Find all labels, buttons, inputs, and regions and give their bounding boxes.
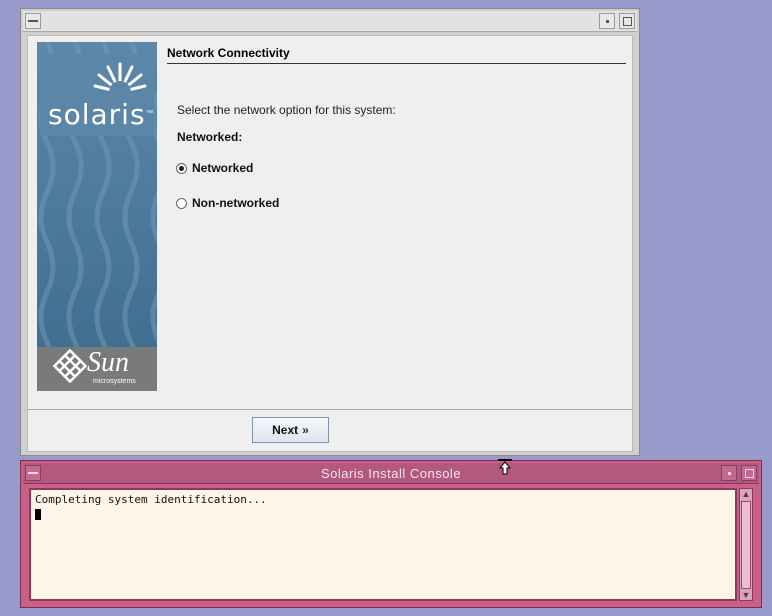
networked-group-label: Networked: [177, 130, 243, 144]
radio-non-networked-label[interactable]: Non-networked [192, 196, 279, 210]
maximize-icon [622, 16, 632, 26]
radio-networked-indicator[interactable] [176, 162, 187, 174]
console-titlebar[interactable]: Solaris Install Console [23, 463, 759, 484]
console-text: Completing system identification... [35, 493, 267, 506]
solaris-logo: solaris ™ [40, 54, 154, 136]
mouse-pointer-icon [498, 459, 512, 475]
window-menu-icon [28, 20, 38, 22]
install-console-window: Solaris Install Console Completing syste… [20, 460, 762, 608]
console-minimize-button[interactable] [721, 465, 737, 481]
sun-rays-icon [93, 62, 147, 94]
next-button-label: Next [272, 423, 299, 437]
solaris-logo-text: solaris [48, 98, 146, 131]
sun-microsystems-logo: Sun microsystems [37, 347, 157, 391]
solaris-banner: solaris ™ Sun microsystems [37, 42, 157, 391]
minimize-icon [727, 471, 731, 475]
maximize-icon [744, 468, 754, 478]
next-button[interactable]: Next » [252, 417, 329, 443]
footer-divider [28, 409, 632, 410]
radio-networked-label[interactable]: Networked [192, 161, 253, 175]
scrollbar-thumb[interactable] [741, 501, 751, 589]
console-maximize-button[interactable] [741, 465, 757, 481]
radio-networked[interactable]: Networked [176, 159, 253, 177]
sun-diamond-icon [53, 349, 87, 383]
radio-non-networked[interactable]: Non-networked [176, 194, 279, 212]
text-cursor [35, 509, 41, 520]
title-divider [167, 63, 626, 64]
microsystems-text: microsystems [93, 378, 136, 385]
sun-logo-text: Sun [87, 347, 129, 378]
minimize-icon [605, 19, 609, 23]
page-title: Network Connectivity [167, 46, 290, 60]
scroll-up-icon[interactable]: ▲ [741, 489, 751, 499]
installer-window: solaris ™ Sun microsystems Network Conne… [20, 8, 640, 456]
installer-content: solaris ™ Sun microsystems Network Conne… [27, 35, 633, 452]
network-prompt: Select the network option for this syste… [177, 103, 396, 117]
trademark-mark: ™ [146, 110, 153, 117]
maximize-button[interactable] [619, 13, 635, 29]
console-title: Solaris Install Console [320, 466, 462, 481]
console-output[interactable]: Completing system identification... [29, 488, 737, 601]
console-scrollbar[interactable]: ▲ ▼ [739, 488, 753, 601]
scroll-down-icon[interactable]: ▼ [741, 590, 751, 600]
window-menu-button[interactable] [25, 13, 41, 29]
installer-titlebar[interactable] [23, 11, 637, 32]
radio-non-networked-indicator[interactable] [176, 197, 187, 209]
minimize-button[interactable] [599, 13, 615, 29]
double-chevron-right-icon: » [302, 423, 309, 437]
